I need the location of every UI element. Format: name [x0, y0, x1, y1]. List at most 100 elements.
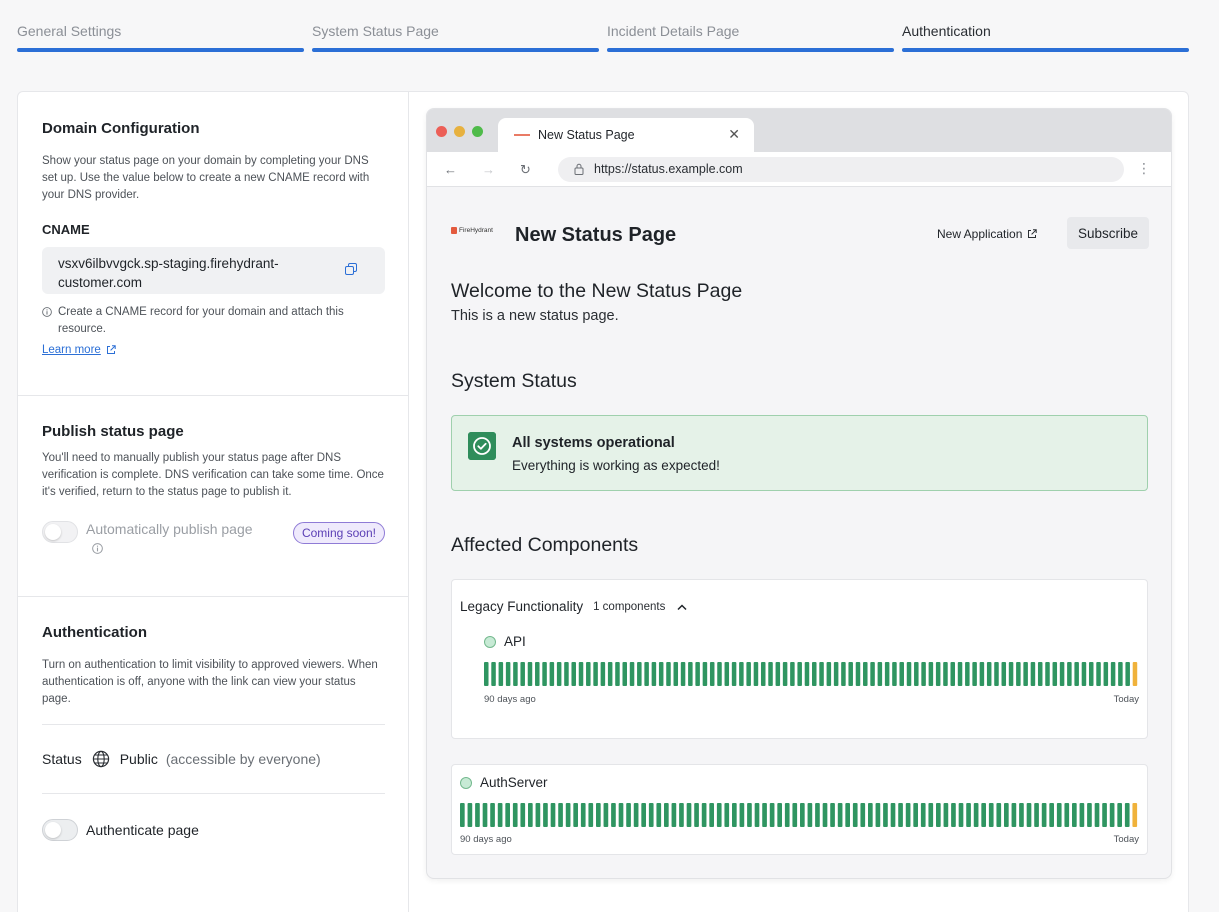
uptime-day-bar[interactable]	[753, 662, 759, 686]
uptime-day-bar[interactable]	[905, 803, 911, 827]
uptime-day-bar[interactable]	[747, 803, 752, 827]
uptime-day-bar[interactable]	[1041, 803, 1047, 827]
uptime-day-bar[interactable]	[603, 803, 609, 827]
uptime-day-bar[interactable]	[512, 803, 518, 827]
uptime-day-bar[interactable]	[958, 803, 964, 827]
uptime-day-bar[interactable]	[996, 803, 1002, 827]
tab-incident-details-page[interactable]: Incident Details Page	[607, 0, 894, 54]
uptime-day-bar[interactable]	[1117, 803, 1123, 827]
uptime-day-bar[interactable]	[688, 662, 693, 686]
uptime-day-bar[interactable]	[848, 662, 853, 686]
uptime-day-bar[interactable]	[943, 662, 948, 686]
uptime-day-bar[interactable]	[884, 662, 890, 686]
learn-more-link[interactable]: Learn more	[42, 344, 116, 356]
uptime-day-bar[interactable]	[505, 803, 511, 827]
uptime-day-bar[interactable]	[762, 803, 767, 827]
uptime-day-bar[interactable]	[760, 662, 766, 686]
uptime-day-bar[interactable]	[769, 803, 775, 827]
uptime-day-bar[interactable]	[965, 662, 970, 686]
uptime-day-bar[interactable]	[986, 662, 992, 686]
uptime-day-bar[interactable]	[626, 803, 631, 827]
uptime-day-bar[interactable]	[920, 803, 926, 827]
uptime-day-bar[interactable]	[679, 803, 684, 827]
uptime-day-bar[interactable]	[1124, 803, 1130, 827]
uptime-day-bar[interactable]	[1004, 803, 1009, 827]
uptime-day-bar[interactable]	[716, 803, 722, 827]
uptime-day-bar[interactable]	[1087, 803, 1092, 827]
uptime-day-bar[interactable]	[607, 662, 613, 686]
uptime-day-bar[interactable]	[1081, 662, 1087, 686]
uptime-day-bar[interactable]	[775, 662, 781, 686]
uptime-day-bar[interactable]	[671, 803, 677, 827]
uptime-day-bar[interactable]	[596, 803, 601, 827]
uptime-day-bar[interactable]	[513, 662, 518, 686]
uptime-day-bar[interactable]	[972, 662, 977, 686]
uptime-day-bar[interactable]	[1056, 803, 1062, 827]
uptime-day-bar[interactable]	[855, 662, 861, 686]
uptime-day-bar[interactable]	[1079, 803, 1085, 827]
uptime-day-bar[interactable]	[482, 803, 488, 827]
uptime-day-bar[interactable]	[702, 662, 708, 686]
uptime-day-bar[interactable]	[1030, 662, 1036, 686]
uptime-day-bar[interactable]	[807, 803, 813, 827]
uptime-day-bar[interactable]	[899, 662, 904, 686]
uptime-day-bar[interactable]	[800, 803, 805, 827]
uptime-day-bar[interactable]	[951, 803, 956, 827]
uptime-day-bar[interactable]	[644, 662, 649, 686]
uptime-day-bar[interactable]	[651, 662, 657, 686]
uptime-day-bar[interactable]	[826, 662, 832, 686]
uptime-day-bar[interactable]	[863, 662, 868, 686]
uptime-day-bar[interactable]	[580, 803, 586, 827]
uptime-day-bar[interactable]	[1109, 803, 1115, 827]
uptime-day-bar[interactable]	[782, 662, 788, 686]
uptime-day-bar[interactable]	[950, 662, 956, 686]
uptime-day-bar[interactable]	[527, 662, 533, 686]
uptime-day-bar[interactable]	[578, 662, 584, 686]
uptime-day-bar[interactable]	[664, 803, 669, 827]
uptime-day-bar[interactable]	[1103, 662, 1109, 686]
uptime-day-bar[interactable]	[928, 662, 934, 686]
uptime-day-bar[interactable]	[819, 662, 824, 686]
uptime-day-bar[interactable]	[935, 662, 941, 686]
uptime-day-bar[interactable]	[1118, 662, 1123, 686]
uptime-day-bar[interactable]	[973, 803, 979, 827]
uptime-day-bar[interactable]	[822, 803, 828, 827]
uptime-day-bar[interactable]	[1094, 803, 1100, 827]
uptime-day-bar[interactable]	[550, 803, 556, 827]
auto-publish-toggle[interactable]	[42, 521, 78, 543]
uptime-day-bar[interactable]	[633, 803, 639, 827]
uptime-day-bar[interactable]	[694, 803, 699, 827]
uptime-day-bar[interactable]	[777, 803, 783, 827]
uptime-day-bar[interactable]	[586, 662, 591, 686]
uptime-day-bar[interactable]	[928, 803, 934, 827]
uptime-day-bar[interactable]	[792, 803, 798, 827]
uptime-day-bar[interactable]	[648, 803, 654, 827]
cname-value-field[interactable]: vsxv6ilbvvgck.sp-staging.firehydrant-cus…	[42, 247, 385, 294]
uptime-day-bar[interactable]	[666, 662, 671, 686]
uptime-day-bar[interactable]	[475, 803, 480, 827]
uptime-day-bar[interactable]	[988, 803, 994, 827]
uptime-day-bar[interactable]	[618, 803, 624, 827]
uptime-day-bar[interactable]	[1011, 803, 1017, 827]
uptime-day-bar[interactable]	[565, 803, 571, 827]
uptime-day-bar[interactable]	[1096, 662, 1101, 686]
uptime-day-bar[interactable]	[571, 662, 576, 686]
uptime-day-bar[interactable]	[528, 803, 533, 827]
uptime-day-bar[interactable]	[656, 803, 662, 827]
uptime-day-bar[interactable]	[1072, 803, 1077, 827]
uptime-day-bar[interactable]	[837, 803, 843, 827]
uptime-day-bar[interactable]	[768, 662, 773, 686]
uptime-day-bar[interactable]	[1008, 662, 1014, 686]
uptime-day-bar[interactable]	[535, 662, 540, 686]
uptime-day-bar[interactable]	[520, 803, 526, 827]
uptime-day-bar[interactable]	[498, 662, 504, 686]
uptime-day-bar[interactable]	[860, 803, 866, 827]
uptime-day-bar[interactable]	[600, 662, 606, 686]
uptime-day-bar[interactable]	[543, 803, 548, 827]
uptime-day-bar[interactable]	[1074, 662, 1079, 686]
uptime-day-bar[interactable]	[731, 662, 737, 686]
uptime-day-bar[interactable]	[588, 803, 594, 827]
uptime-day-bar[interactable]	[981, 803, 987, 827]
uptime-day-bar[interactable]	[1088, 662, 1094, 686]
uptime-day-bar[interactable]	[841, 662, 846, 686]
